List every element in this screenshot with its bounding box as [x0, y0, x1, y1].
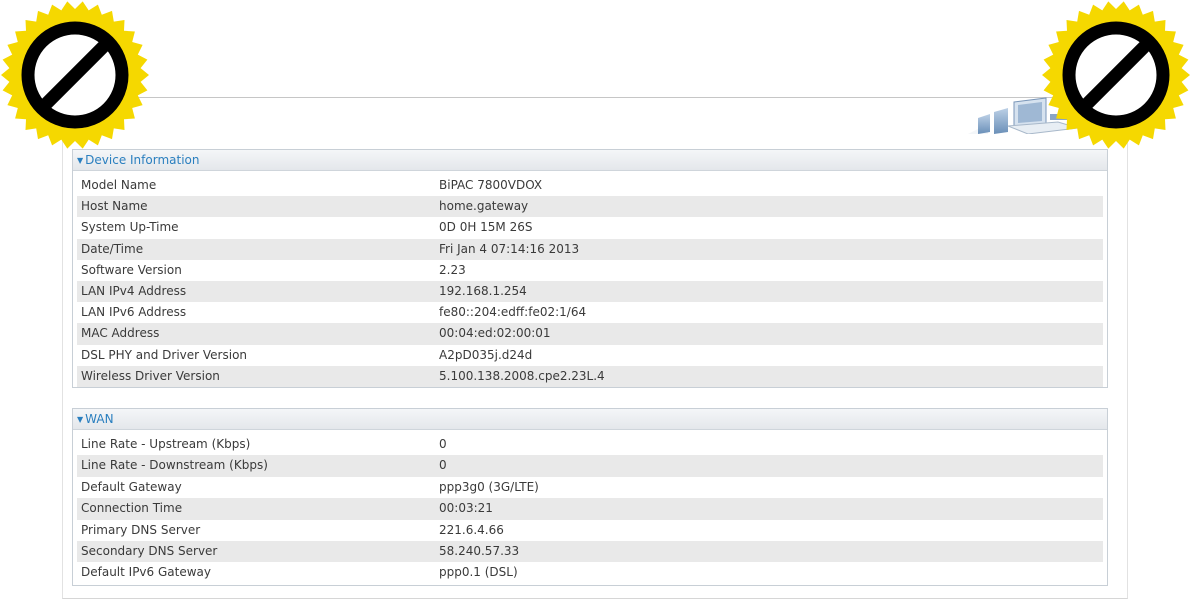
- wan-row-label: Default IPv6 Gateway: [81, 565, 211, 580]
- wan-row: Secondary DNS Server 58.240.57.33: [77, 540, 1103, 563]
- device-information-header[interactable]: ▼ Device Information: [73, 150, 1107, 171]
- prohibition-sign-icon: [1042, 1, 1190, 149]
- wan-title: WAN: [85, 412, 114, 426]
- device-info-row: Model Name BiPAC 7800VDOX: [77, 175, 1103, 196]
- device-info-row-value: home.gateway: [439, 199, 529, 214]
- device-info-row: Software Version 2.23: [77, 260, 1103, 281]
- wan-row-label: Secondary DNS Server: [81, 543, 218, 558]
- device-info-row: LAN IPv6 Address fe80::204:edff:fe02:1/64: [77, 302, 1103, 323]
- device-info-row: LAN IPv4 Address 192.168.1.254: [77, 280, 1103, 303]
- device-info-row-value: BiPAC 7800VDOX: [439, 178, 543, 192]
- wan-row: Default Gateway ppp3g0 (3G/LTE): [77, 477, 1103, 498]
- device-info-row-value: 192.168.1.254: [439, 283, 527, 298]
- device-info-row-label: MAC Address: [81, 326, 160, 341]
- device-info-row-label: Date/Time: [81, 241, 144, 256]
- device-info-row: DSL PHY and Driver Version A2pD035j.d24d: [77, 345, 1103, 366]
- device-info-row: System Up-Time 0D 0H 15M 26S: [77, 217, 1103, 238]
- wan-row-label: Connection Time: [81, 501, 183, 516]
- device-information-title: Device Information: [85, 153, 200, 167]
- wan-row-value: 221.6.4.66: [439, 522, 504, 537]
- wan-row: Line Rate - Upstream (Kbps) 0: [77, 434, 1103, 455]
- device-info-row-label: Host Name: [81, 199, 148, 214]
- device-info-row-value: fe80::204:edff:fe02:1/64: [439, 305, 587, 320]
- wan-row-label: Line Rate - Downstream (Kbps): [81, 458, 268, 473]
- device-info-row-value: 00:04:ed:02:00:01: [439, 326, 551, 341]
- device-info-row-label: LAN IPv6 Address: [81, 305, 187, 320]
- wan-panel: ▼ WAN Line Rate - Upstream (Kbps) 0 Line Ra…: [72, 408, 1108, 586]
- device-info-row-value: 5.100.138.2008.cpe2.23L.4: [439, 368, 605, 383]
- page: { "header": { "title": "St" }, "device_i…: [0, 0, 1190, 601]
- wan-row-label: Line Rate - Upstream (Kbps): [81, 437, 251, 451]
- device-information-panel: ▼ Device Information Model Name BiPAC 7800…: [72, 149, 1108, 388]
- device-information-rows: Model Name BiPAC 7800VDOX Host Name home.ga…: [73, 171, 1107, 387]
- device-info-row-label: DSL PHY and Driver Version: [81, 347, 248, 362]
- device-info-row: Wireless Driver Version 5.100.138.2008.cp…: [77, 365, 1103, 387]
- wan-row-value: 0: [439, 458, 447, 473]
- wan-row-value: 58.240.57.33: [439, 543, 520, 558]
- device-info-row-label: Software Version: [81, 262, 182, 277]
- device-info-row-label: Model Name: [81, 178, 157, 192]
- wan-row: Line Rate - Downstream (Kbps) 0: [77, 455, 1103, 477]
- device-info-row: Host Name home.gateway: [77, 196, 1103, 218]
- wan-rows: Line Rate - Upstream (Kbps) 0 Line Rate - …: [73, 430, 1107, 584]
- wan-row-value: 00:03:21: [439, 501, 493, 516]
- device-info-row-value: 2.23: [439, 262, 466, 277]
- wan-row-value: 0: [439, 437, 447, 451]
- device-info-row-label: Wireless Driver Version: [81, 368, 220, 383]
- wan-row: Connection Time 00:03:21: [77, 498, 1103, 520]
- wan-header[interactable]: ▼ WAN: [73, 409, 1107, 430]
- wan-row-value: ppp3g0 (3G/LTE): [439, 479, 539, 494]
- prohibition-sign-icon: [1, 1, 149, 149]
- wan-row-label: Default Gateway: [81, 479, 182, 494]
- device-info-row-label: System Up-Time: [81, 220, 179, 235]
- device-info-row-label: LAN IPv4 Address: [81, 283, 187, 298]
- triangle-down-icon: ▼: [77, 415, 84, 424]
- wan-row-label: Primary DNS Server: [81, 522, 201, 537]
- device-info-row-value: 0D 0H 15M 26S: [439, 220, 533, 235]
- triangle-down-icon: ▼: [77, 156, 84, 165]
- device-info-row-value: A2pD035j.d24d: [439, 347, 533, 362]
- device-info-row: Date/Time Fri Jan 4 07:14:16 2013: [77, 238, 1103, 260]
- device-info-row: MAC Address 00:04:ed:02:00:01: [77, 323, 1103, 345]
- wan-row: Primary DNS Server 221.6.4.66: [77, 520, 1103, 541]
- wan-row-value: ppp0.1 (DSL): [439, 565, 518, 580]
- wan-row: Default IPv6 Gateway ppp0.1 (DSL): [77, 562, 1103, 583]
- device-info-row-value: Fri Jan 4 07:14:16 2013: [439, 241, 580, 256]
